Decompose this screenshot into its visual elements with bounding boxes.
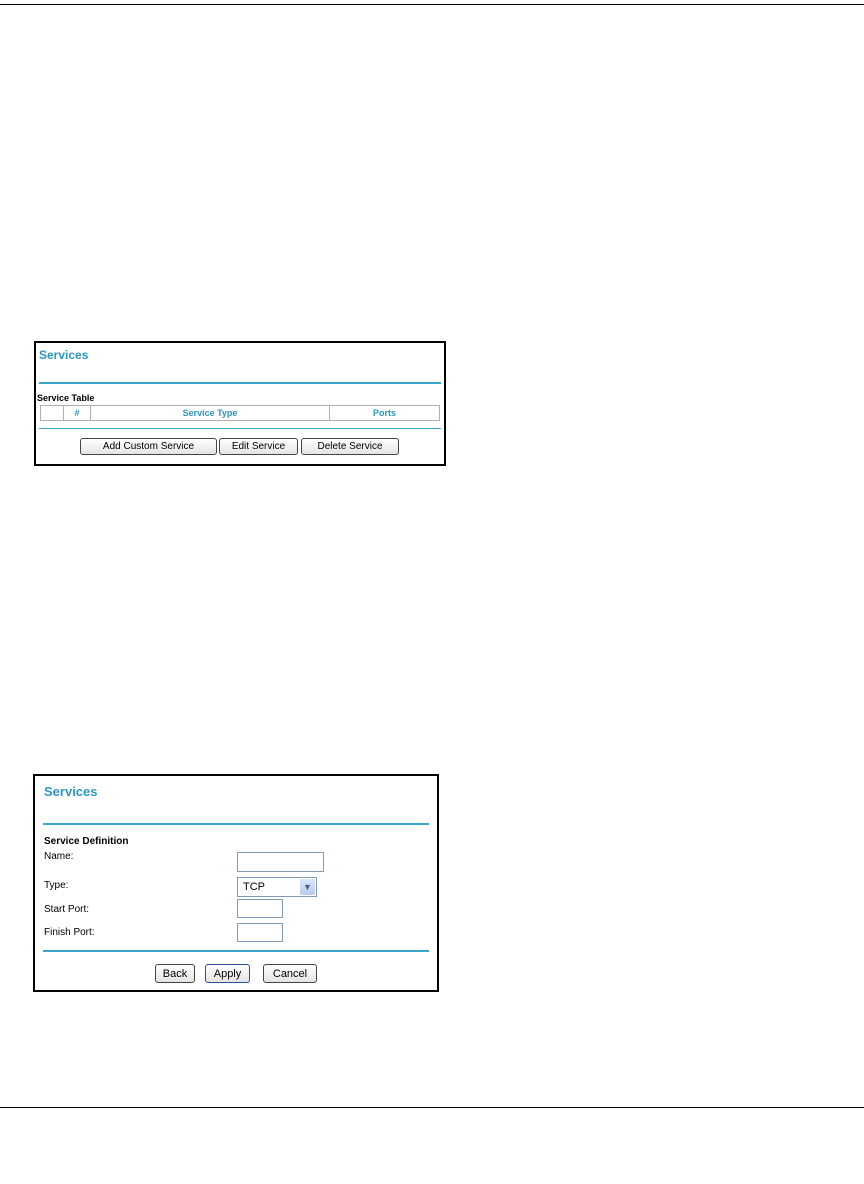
name-input[interactable] (237, 852, 324, 872)
name-label: Name: (44, 851, 74, 862)
panel-title: Services (39, 348, 89, 362)
divider (43, 823, 429, 825)
panel-title: Services (44, 784, 98, 799)
column-header-ports: Ports (329, 405, 440, 421)
finish-port-input[interactable] (237, 923, 283, 942)
delete-service-button[interactable]: Delete Service (301, 438, 399, 455)
service-table: # Service Type Ports (40, 405, 440, 421)
start-port-label: Start Port: (44, 904, 90, 915)
edit-service-button[interactable]: Edit Service (219, 438, 298, 455)
column-header-number: # (63, 405, 91, 421)
cancel-button[interactable]: Cancel (263, 964, 317, 983)
section-label: Service Table (37, 393, 95, 403)
section-label: Service Definition (44, 836, 129, 847)
type-select[interactable]: TCP ▼ (237, 877, 317, 897)
apply-button[interactable]: Apply (205, 964, 250, 983)
divider (39, 382, 441, 384)
service-definition-panel: Services Service Definition Name: Type: … (33, 774, 439, 992)
back-button[interactable]: Back (155, 964, 195, 983)
type-label: Type: (44, 880, 69, 891)
divider (43, 950, 429, 952)
page-top-rule (0, 4, 864, 5)
column-header-service-type: Service Type (90, 405, 330, 421)
add-custom-service-button[interactable]: Add Custom Service (80, 438, 217, 455)
type-select-value: TCP (243, 881, 265, 893)
finish-port-label: Finish Port: (44, 927, 95, 938)
divider (39, 428, 441, 429)
chevron-down-icon[interactable]: ▼ (300, 879, 315, 895)
column-header-select (40, 405, 64, 421)
start-port-input[interactable] (237, 899, 283, 918)
services-list-panel: Services Service Table # Service Type Po… (34, 341, 446, 466)
page-bottom-rule (0, 1107, 864, 1108)
table-header-row: # Service Type Ports (40, 405, 440, 421)
